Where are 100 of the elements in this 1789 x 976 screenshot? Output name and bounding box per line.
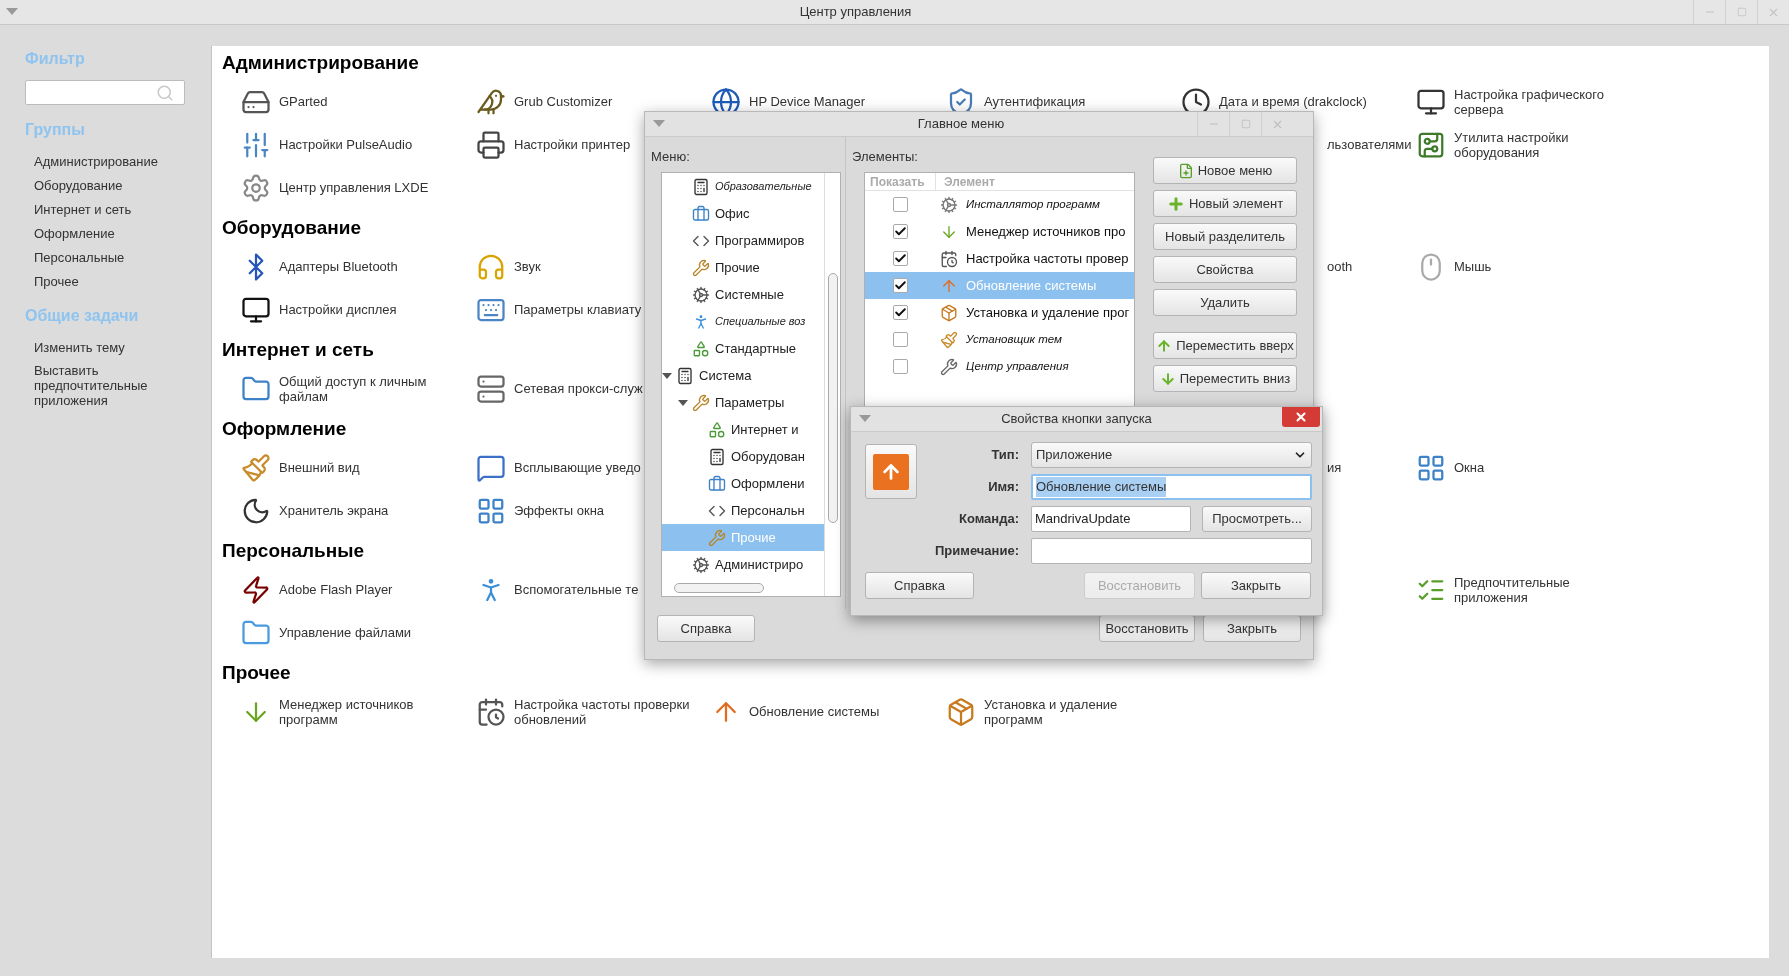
item-label[interactable]: Общий доступ к личным файлам <box>279 373 459 404</box>
horizontal-scrollbar[interactable] <box>674 583 764 593</box>
editor-button[interactable]: Новый разделитель <box>1153 223 1297 250</box>
close-button[interactable] <box>1282 407 1320 427</box>
help-button[interactable]: Справка <box>657 615 755 642</box>
table-row[interactable]: Установка и удаление прог <box>865 299 1134 326</box>
show-checkbox[interactable] <box>893 332 908 347</box>
item-label[interactable]: ooth <box>1327 256 1353 277</box>
item-label[interactable]: Адаптеры Bluetooth <box>279 259 459 274</box>
command-field[interactable]: MandrivaUpdate <box>1031 506 1191 532</box>
comment-field[interactable] <box>1031 538 1312 564</box>
tree-row[interactable]: Офис <box>662 200 824 227</box>
browse-button[interactable]: Просмотреть... <box>1202 506 1312 532</box>
filter-field[interactable] <box>25 80 185 105</box>
show-checkbox[interactable] <box>893 278 908 293</box>
item-label[interactable]: Установка и удаление программ <box>984 696 1164 727</box>
table-row[interactable]: Менеджер источников про <box>865 218 1134 245</box>
item-label[interactable]: ия <box>1327 457 1342 478</box>
task-link[interactable]: Изменить тему <box>34 336 195 359</box>
item-label[interactable]: льзователями <box>1327 134 1412 155</box>
tree-row[interactable]: Оформлени <box>662 470 824 497</box>
tree-row[interactable]: Системные <box>662 281 824 308</box>
tree-row[interactable]: Прочие <box>662 254 824 281</box>
item-label[interactable]: Настройки PulseAudio <box>279 137 459 152</box>
item-label[interactable]: Окна <box>1454 460 1634 475</box>
show-checkbox[interactable] <box>893 197 908 212</box>
close-button[interactable]: Закрыть <box>1201 572 1311 599</box>
item-label[interactable]: Хранитель экрана <box>279 503 459 518</box>
tree-row[interactable]: Программиров <box>662 227 824 254</box>
tree-row[interactable]: Параметры <box>662 389 824 416</box>
editor-button[interactable]: Переместить вниз <box>1153 365 1297 392</box>
item-label[interactable]: Adobe Flash Player <box>279 582 459 597</box>
menu-label: Меню: <box>651 148 691 165</box>
tree-label: Прочие <box>731 528 776 547</box>
window-menu-icon[interactable] <box>859 415 871 423</box>
item-label[interactable]: Обновление системы <box>749 704 929 719</box>
tree-row[interactable]: Администриро <box>662 551 824 578</box>
table-row[interactable]: Центр управления <box>865 353 1134 380</box>
tree-row[interactable]: Оборудован <box>662 443 824 470</box>
revert-button[interactable]: Восстановить <box>1099 615 1195 642</box>
show-checkbox[interactable] <box>893 305 908 320</box>
item-label[interactable]: Предпочтительные приложения <box>1454 574 1634 605</box>
section-heading: Оформление <box>222 417 347 441</box>
item-label[interactable]: Утилита настройки оборудования <box>1454 129 1634 160</box>
table-row[interactable]: Инсталлятор программ <box>865 191 1134 218</box>
tree-row[interactable]: Интернет и <box>662 416 824 443</box>
item-label[interactable]: Настройка графического сервера <box>1454 86 1634 117</box>
item-label[interactable]: Настройки дисплея <box>279 302 459 317</box>
editor-button[interactable]: Новое меню <box>1153 157 1297 184</box>
editor-button[interactable]: Новый элемент <box>1153 190 1297 217</box>
close-button[interactable]: Закрыть <box>1203 615 1301 642</box>
item-label[interactable]: Параметры клавиату <box>514 302 642 317</box>
maximize-icon[interactable] <box>1736 7 1747 17</box>
item-label[interactable]: Центр управления LXDE <box>279 180 459 195</box>
item-label[interactable]: Вспомогательные те <box>514 582 639 597</box>
item-label[interactable]: Мышь <box>1454 259 1634 274</box>
help-button[interactable]: Справка <box>865 572 974 599</box>
expander-down-icon[interactable] <box>678 398 688 407</box>
tree-row[interactable]: Образовательные <box>662 173 824 200</box>
table-cell-text: Настройка частоты провер <box>966 249 1129 268</box>
window-menu-icon[interactable] <box>653 120 665 128</box>
tree-row[interactable]: Стандартные <box>662 335 824 362</box>
window-menu-icon[interactable] <box>6 8 18 16</box>
vertical-scrollbar[interactable] <box>827 273 838 523</box>
icon-button[interactable] <box>865 444 917 499</box>
item-label[interactable]: Настройка частоты проверки обновлений <box>514 696 694 727</box>
tree-label: Системные <box>715 285 784 304</box>
editor-button[interactable]: Свойства <box>1153 256 1297 283</box>
group-link[interactable]: Администрирование <box>34 150 211 174</box>
item-label[interactable]: Управление файлами <box>279 625 459 640</box>
item-label[interactable]: Настройки принтер <box>514 137 631 152</box>
item-label[interactable]: Grub Customizer <box>514 94 694 109</box>
show-checkbox[interactable] <box>893 251 908 266</box>
group-link[interactable]: Персональные <box>34 246 211 270</box>
item-label[interactable]: Всплывающие уведо <box>514 460 641 475</box>
item-label[interactable]: Сетевая прокси-служ <box>514 381 643 396</box>
group-link[interactable]: Прочее <box>34 270 211 294</box>
tree-row[interactable]: Специальные воз <box>662 308 824 335</box>
editor-button[interactable]: Удалить <box>1153 289 1297 316</box>
expander-down-icon[interactable] <box>662 371 672 380</box>
item-label[interactable]: Менеджер источников программ <box>279 696 459 727</box>
editor-button[interactable]: Переместить вверх <box>1153 332 1297 359</box>
item-label[interactable]: HP Device Manager <box>749 94 929 109</box>
maximize-icon[interactable] <box>1240 119 1251 129</box>
type-dropdown[interactable]: Приложение <box>1031 442 1312 468</box>
item-label[interactable]: Дата и время (drakclock) <box>1219 94 1399 109</box>
tree-row[interactable]: Персональн <box>662 497 824 524</box>
group-link[interactable]: Оборудование <box>34 174 211 198</box>
item-label[interactable]: GParted <box>279 94 459 109</box>
show-checkbox[interactable] <box>893 359 908 374</box>
tree-row[interactable]: Система <box>662 362 824 389</box>
show-checkbox[interactable] <box>893 224 908 239</box>
item-label[interactable]: Внешний вид <box>279 460 459 475</box>
table-row[interactable]: Установщик тем <box>865 326 1134 353</box>
group-link[interactable]: Интернет и сеть <box>34 198 211 222</box>
name-field[interactable]: Обновление системы <box>1031 474 1312 500</box>
group-link[interactable]: Оформление <box>34 222 211 246</box>
table-row[interactable]: Настройка частоты провер <box>865 245 1134 272</box>
item-label[interactable]: Аутентификация <box>984 94 1164 109</box>
task-link[interactable]: Выставить предпочтительные приложения <box>34 359 195 412</box>
